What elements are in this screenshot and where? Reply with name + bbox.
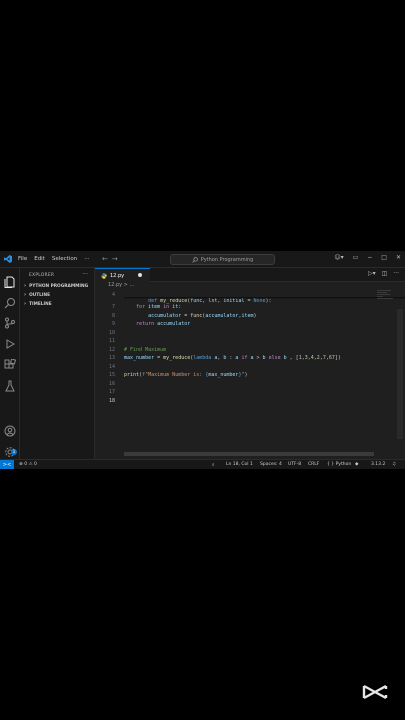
- line-number: 12: [108, 346, 115, 353]
- section-timeline[interactable]: › TIMELINE: [24, 301, 52, 307]
- code-line-13: max_number = my_reduce(lambda a, b : a i…: [124, 355, 341, 361]
- indentation[interactable]: Spaces: 4: [260, 462, 282, 467]
- zoom-search-icon[interactable]: ⌕: [212, 462, 215, 468]
- split-editor-icon[interactable]: ◫: [382, 270, 388, 277]
- code-editor[interactable]: 4 7 8 9 10 11 12 13 14 15 16 17 18 def m…: [95, 289, 405, 459]
- unsaved-dot-icon[interactable]: [138, 273, 142, 277]
- layout-icon[interactable]: ▭: [353, 254, 359, 261]
- line-number: 13: [108, 355, 115, 361]
- python-version[interactable]: 3.13.2: [371, 462, 385, 467]
- line-number: 7: [111, 304, 115, 310]
- code-line-8: accumulator = func(accumulator,item): [148, 312, 257, 319]
- search-icon: [192, 256, 198, 263]
- explorer-files-icon[interactable]: [4, 273, 16, 288]
- vscode-logo-icon: [4, 255, 12, 263]
- line-number: 10: [108, 329, 115, 336]
- line-number: 9: [111, 321, 115, 327]
- end-of-line[interactable]: CRLF: [308, 462, 319, 467]
- search-icon[interactable]: [4, 294, 16, 309]
- section-label: TIMELINE: [29, 301, 52, 307]
- maximize-icon[interactable]: □: [381, 254, 387, 261]
- vertical-scrollbar[interactable]: [397, 309, 403, 439]
- run-python-file-icon[interactable]: ▷▾: [368, 270, 376, 277]
- code-line-15: print(f"Maximum Number is: {max_number}"…: [124, 372, 248, 378]
- minimap[interactable]: [377, 290, 393, 302]
- explorer-title: EXPLORER: [29, 273, 55, 278]
- explorer-sidebar: EXPLORER ··· › PYTHON PROGRAMMING › OUTL…: [20, 268, 95, 459]
- run-debug-icon[interactable]: [4, 335, 16, 349]
- line-number: 14: [108, 363, 115, 370]
- copilot-icon[interactable]: ☺▾: [334, 254, 343, 261]
- section-label: PYTHON PROGRAMMING: [29, 283, 89, 289]
- breadcrumb[interactable]: 12.py > ...: [108, 282, 134, 288]
- cursor-position[interactable]: Ln 18, Col 1: [226, 462, 253, 467]
- sticky-scroll-shadow: [124, 297, 405, 299]
- python-file-icon: [101, 272, 107, 279]
- tab-label: 12.py: [110, 272, 125, 279]
- tab-bar: 12.py ▷▾ ◫ ···: [95, 268, 405, 282]
- language-mode[interactable]: { } Python: [327, 462, 351, 467]
- back-arrow-icon[interactable]: ←: [102, 255, 112, 263]
- source-control-icon[interactable]: [4, 314, 16, 329]
- chevron-right-icon: ›: [24, 301, 27, 307]
- python-interpreter-icon[interactable]: ◆: [355, 462, 358, 467]
- title-bar: File Edit Selection ··· ←→ Python Progra…: [0, 251, 405, 268]
- settings-badge: 1: [11, 449, 17, 455]
- command-center[interactable]: Python Programming: [170, 254, 275, 265]
- account-icon[interactable]: [4, 422, 16, 437]
- horizontal-scrollbar[interactable]: [124, 452, 374, 456]
- problems-count[interactable]: ⊗ 0 ⚠ 0: [19, 462, 37, 467]
- encoding[interactable]: UTF-8: [288, 462, 301, 467]
- section-outline[interactable]: › OUTLINE: [24, 292, 50, 298]
- extensions-icon[interactable]: [4, 356, 17, 369]
- testing-flask-icon[interactable]: [4, 377, 16, 392]
- line-number: 17: [108, 389, 115, 395]
- line-number-current: 18: [108, 397, 115, 404]
- section-python-programming[interactable]: › PYTHON PROGRAMMING: [24, 283, 88, 289]
- menu-more[interactable]: ···: [84, 256, 89, 262]
- code-line-7: for item in it:: [136, 304, 182, 310]
- close-icon[interactable]: ✕: [396, 254, 401, 261]
- status-bar: >< ⊗ 0 ⚠ 0 ⌕ Ln 18, Col 1 Spaces: 4 UTF-…: [0, 459, 405, 469]
- notifications-bell-icon[interactable]: ♫: [392, 462, 396, 467]
- vscode-window: File Edit Selection ··· ←→ Python Progra…: [0, 251, 405, 469]
- menu-edit[interactable]: Edit: [34, 256, 45, 262]
- line-number: 15: [108, 372, 115, 378]
- capcut-logo-icon: [362, 684, 388, 700]
- minimize-icon[interactable]: −: [367, 254, 372, 261]
- menu-file[interactable]: File: [18, 256, 27, 262]
- menu-selection[interactable]: Selection: [52, 256, 77, 262]
- explorer-more-icon[interactable]: ···: [82, 271, 88, 278]
- line-number: 4: [111, 292, 115, 298]
- chevron-right-icon: ›: [24, 292, 27, 298]
- line-number: 8: [111, 312, 115, 319]
- line-number: 11: [108, 338, 115, 344]
- line-number: 16: [108, 380, 115, 387]
- command-center-label: Python Programming: [200, 256, 254, 263]
- nav-arrows: ←→: [102, 255, 122, 263]
- tab-12-py[interactable]: 12.py: [95, 268, 150, 282]
- more-actions-icon[interactable]: ···: [393, 270, 399, 277]
- chevron-right-icon: ›: [24, 283, 27, 289]
- forward-arrow-icon[interactable]: →: [112, 255, 122, 263]
- code-line-12: # Find Maximum: [124, 346, 167, 353]
- remote-indicator-icon[interactable]: ><: [0, 460, 14, 469]
- title-controls: ☺▾ ▭ − □ ✕: [334, 254, 401, 261]
- editor-actions: ▷▾ ◫ ···: [368, 270, 399, 277]
- section-label: OUTLINE: [29, 292, 51, 298]
- activity-bar: 1: [0, 268, 20, 459]
- code-line-9: return accumulator: [136, 321, 191, 327]
